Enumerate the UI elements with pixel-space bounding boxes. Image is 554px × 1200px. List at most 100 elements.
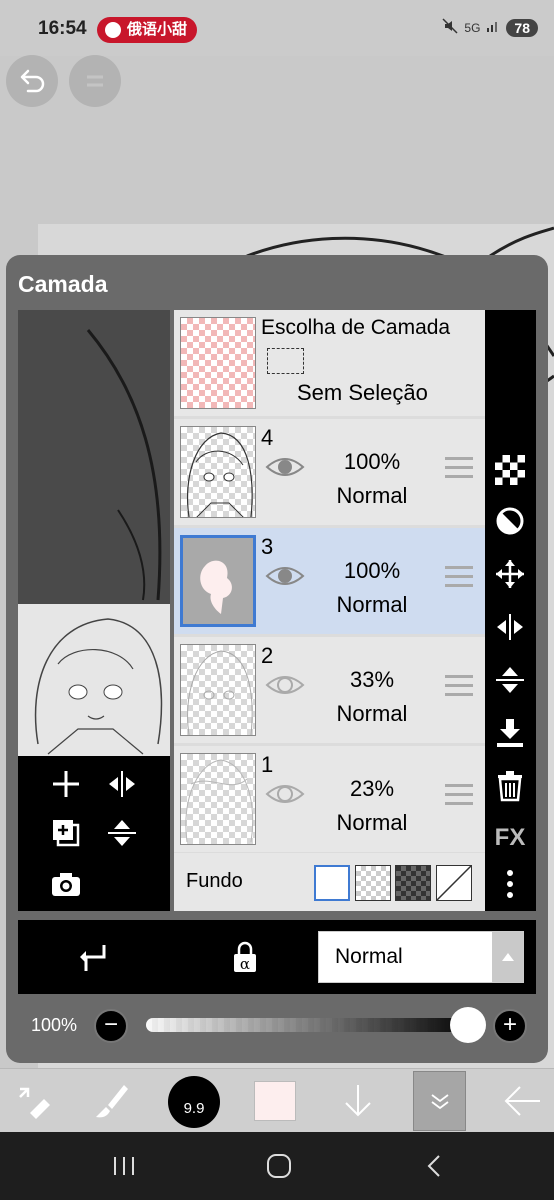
layer-row-2[interactable]: 2 33% Normal <box>174 637 485 743</box>
undo-button[interactable] <box>6 55 58 107</box>
layer-number: 2 <box>261 643 274 668</box>
transparency-lock-button[interactable] <box>490 450 530 490</box>
visibility-toggle[interactable] <box>265 780 305 808</box>
move-layer-button[interactable] <box>490 554 530 594</box>
home-button[interactable] <box>259 1150 299 1182</box>
layer-row-4[interactable]: 4 100% Normal <box>174 419 485 525</box>
opacity-slider-thumb[interactable] <box>450 1007 486 1043</box>
move-icon <box>496 560 524 588</box>
layer-down-button[interactable] <box>332 1075 384 1127</box>
eye-icon <box>265 676 305 694</box>
fx-icon: FX <box>494 824 526 851</box>
svg-text:α: α <box>240 955 250 973</box>
checker-icon <box>495 455 525 485</box>
flip-horizontal-icon <box>109 771 135 797</box>
layer-2-thumbnail <box>180 644 256 736</box>
flip-vertical-icon <box>496 667 524 693</box>
more-options-button[interactable] <box>490 864 530 904</box>
layer-row-3[interactable]: 3 100% Normal <box>174 528 485 634</box>
flip-vertical-button[interactable] <box>490 660 530 700</box>
drag-handle-icon[interactable] <box>445 675 473 699</box>
battery-indicator: 78 <box>506 18 538 37</box>
transform-tool-button[interactable] <box>6 1075 58 1127</box>
status-icons: 5G 78 <box>442 18 538 37</box>
clip-arrow-icon <box>80 945 106 971</box>
redo-button[interactable] <box>69 55 121 107</box>
background-light-checker-swatch[interactable] <box>355 865 391 901</box>
selection-layer-row[interactable]: Escolha de Camada Sem Seleção <box>174 310 485 416</box>
drag-handle-icon[interactable] <box>445 784 473 808</box>
background-white-swatch[interactable] <box>314 865 350 901</box>
recent-apps-button[interactable] <box>104 1150 144 1182</box>
brush-tool-button[interactable] <box>86 1075 138 1127</box>
opacity-control: 100% − + <box>18 1001 536 1051</box>
camera-icon <box>52 873 80 896</box>
network-label: 5G <box>464 20 481 35</box>
expand-toolbar-button[interactable] <box>413 1071 466 1131</box>
back-button[interactable] <box>496 1075 548 1127</box>
redo-icon <box>87 75 103 87</box>
mute-icon <box>442 18 458 37</box>
color-swatch-button[interactable] <box>254 1081 296 1121</box>
system-back-button[interactable] <box>414 1150 454 1182</box>
layer-1-thumbnail <box>180 753 256 845</box>
alpha-lock-button[interactable]: α <box>225 937 265 977</box>
eye-icon <box>265 567 305 585</box>
layer-4-thumbnail <box>180 426 256 518</box>
selection-marquee-icon <box>267 348 304 374</box>
layer-row-1[interactable]: 1 23% Normal <box>174 746 485 852</box>
chevron-double-down-icon <box>430 1094 449 1110</box>
camera-import-button[interactable] <box>46 864 86 904</box>
clipping-mask-button[interactable] <box>73 937 113 977</box>
layer-blend-mode: Normal <box>336 701 408 726</box>
visibility-toggle[interactable] <box>265 671 305 699</box>
app-notification-icon <box>105 22 121 38</box>
layer-blend-mode: Normal <box>336 483 408 508</box>
plus-icon: + <box>502 1011 517 1038</box>
layer-blend-mode: Normal <box>336 592 408 617</box>
preview-line-art <box>86 329 162 601</box>
plus-icon <box>53 771 79 797</box>
opacity-increase-button[interactable]: + <box>493 1009 527 1043</box>
notification-pill-label: 俄语小甜 <box>127 21 188 38</box>
blend-mode-select[interactable]: Normal <box>318 931 524 983</box>
arrow-down-icon <box>345 1085 371 1117</box>
brush-size-button[interactable]: 9.9 <box>168 1076 220 1128</box>
selection-status: Sem Seleção <box>297 380 428 405</box>
background-label: Fundo <box>186 870 243 892</box>
visibility-toggle[interactable] <box>265 453 305 481</box>
drag-handle-icon[interactable] <box>445 566 473 590</box>
notification-pill[interactable]: 俄语小甜 <box>97 17 198 43</box>
blend-mode-value: Normal <box>335 945 403 968</box>
recent-apps-icon <box>114 1157 134 1175</box>
merge-down-icon <box>497 719 523 747</box>
duplicate-layer-button[interactable] <box>46 813 86 853</box>
eye-icon <box>265 458 305 476</box>
add-layer-button[interactable] <box>46 764 86 804</box>
flip-layer-horizontal-button[interactable] <box>102 764 142 804</box>
chevron-left-icon <box>427 1155 440 1177</box>
status-time: 16:54 <box>38 18 87 39</box>
delete-layer-button[interactable] <box>490 766 530 806</box>
opacity-slider[interactable] <box>146 1018 476 1032</box>
visibility-toggle[interactable] <box>265 562 305 590</box>
flip-layer-vertical-button[interactable] <box>102 813 142 853</box>
opacity-decrease-button[interactable]: − <box>94 1009 128 1043</box>
opacity-label: 100% <box>31 1015 78 1035</box>
flip-horizontal-button[interactable] <box>490 607 530 647</box>
eye-icon <box>265 785 305 803</box>
layer-opacity: 100% <box>343 558 401 583</box>
background-dark-checker-swatch[interactable] <box>395 865 431 901</box>
clipping-button[interactable] <box>490 501 530 541</box>
drag-handle-icon[interactable] <box>445 457 473 481</box>
arrow-left-icon <box>504 1086 540 1116</box>
fx-button[interactable]: FX <box>490 818 530 858</box>
merge-down-button[interactable] <box>490 713 530 753</box>
layer-tools <box>18 756 170 911</box>
background-none-swatch[interactable] <box>436 865 472 901</box>
layer-number: 1 <box>261 752 274 777</box>
minus-icon: − <box>103 1011 118 1038</box>
layer-panel: Camada Escolha de Camada Sem Seleção 4 1… <box>6 255 548 1063</box>
layer-blend-mode: Normal <box>336 810 408 835</box>
home-icon <box>267 1154 291 1178</box>
